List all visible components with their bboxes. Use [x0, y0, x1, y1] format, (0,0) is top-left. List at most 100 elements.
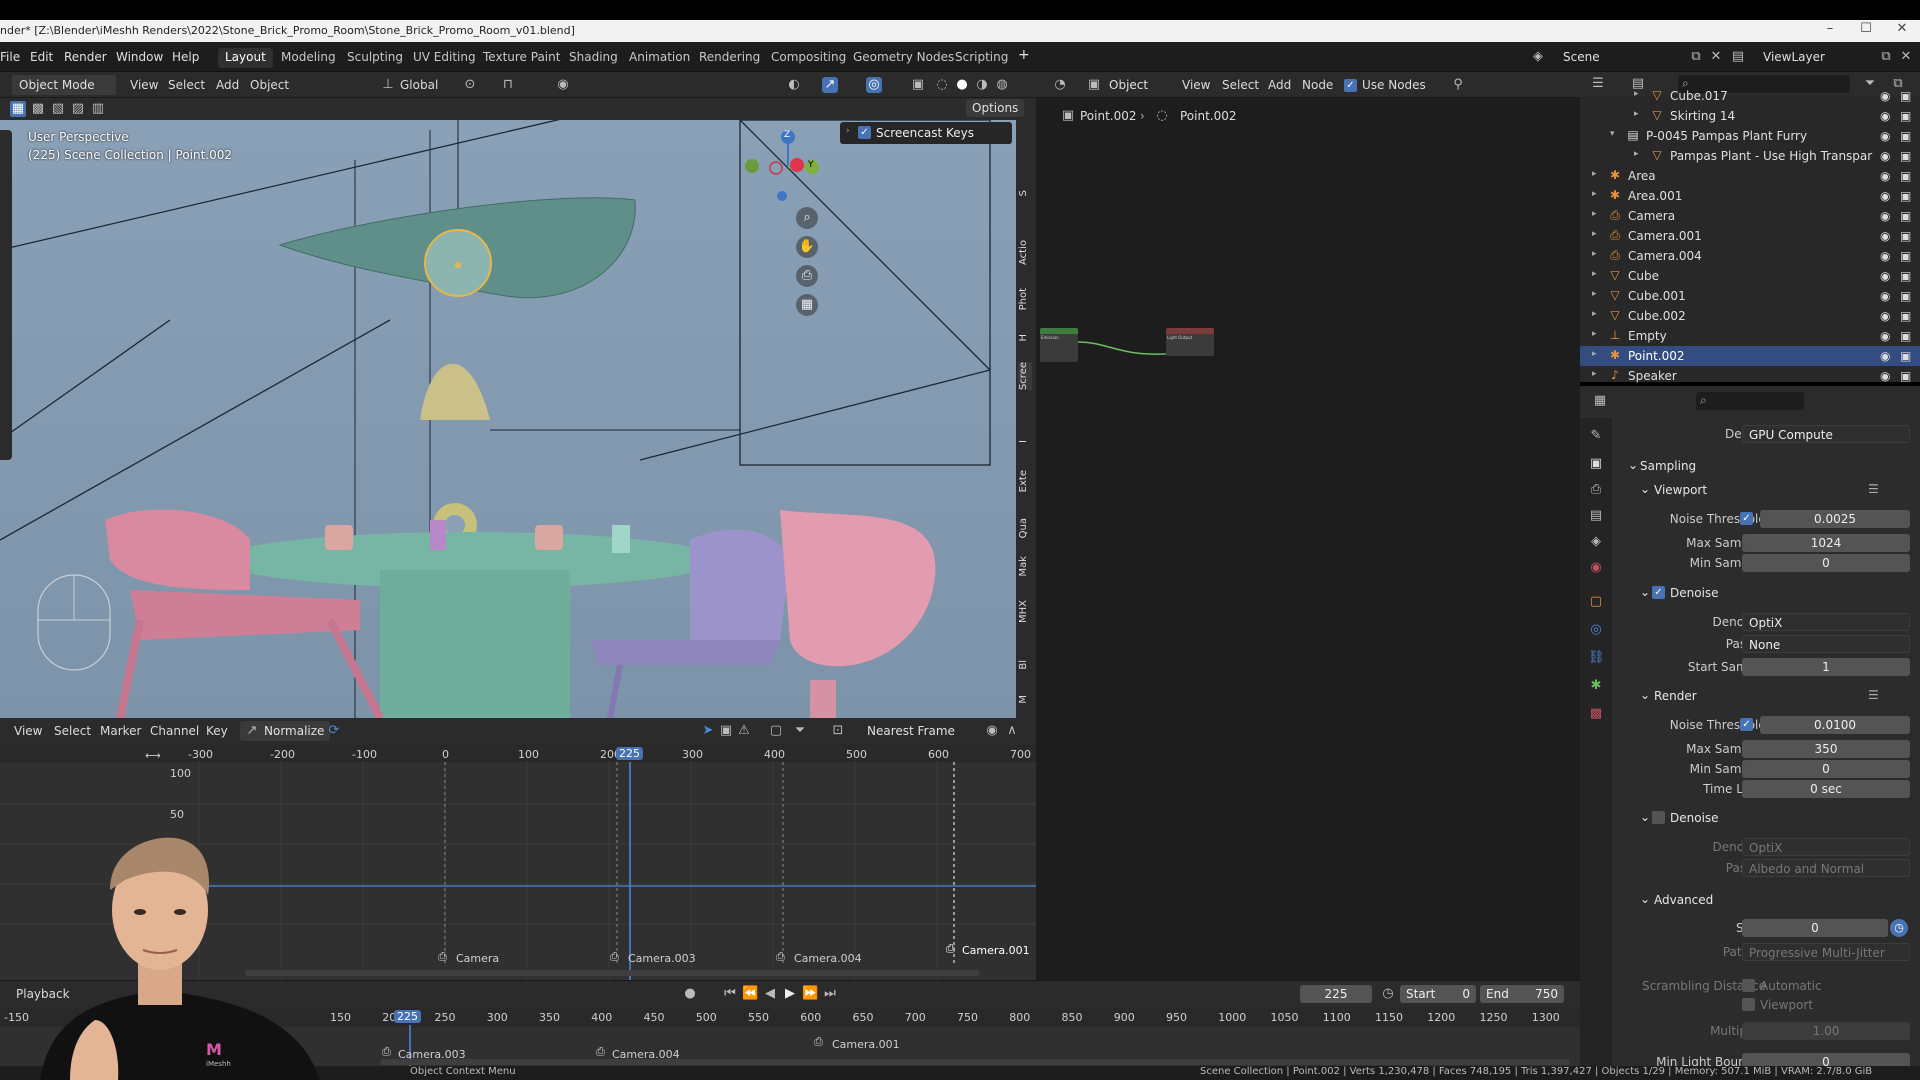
orientation-selector[interactable]: Global	[400, 78, 438, 92]
visibility-eye-icon[interactable]: ◉	[1880, 349, 1890, 363]
zoom-icon[interactable]: ⌕	[796, 207, 818, 229]
navigation-gizmo[interactable]: Z Y	[740, 125, 820, 205]
menu-render[interactable]: Render	[64, 50, 107, 64]
visibility-eye-icon[interactable]: ◉	[1880, 209, 1890, 223]
view-layer-selector[interactable]: ViewLayer	[1756, 47, 1876, 67]
tab-uv-editing[interactable]: UV Editing	[406, 48, 483, 68]
outliner-row-area-001[interactable]: ▸ ✱ Area.001 ◉ ▣	[1580, 186, 1920, 206]
object-tab-icon[interactable]: ▢	[1588, 594, 1604, 610]
visibility-eye-icon[interactable]: ◉	[1880, 89, 1890, 103]
outliner-row-speaker[interactable]: ▸ ♪ Speaker ◉ ▣	[1580, 366, 1920, 386]
show-hidden-icon[interactable]: ▣	[718, 723, 734, 739]
viewport-menu-add[interactable]: Add	[216, 78, 239, 92]
visibility-eye-icon[interactable]: ◉	[1880, 109, 1890, 123]
render-visibility-icon[interactable]: ▣	[1900, 109, 1911, 123]
range-handle-icon[interactable]: ⟷	[145, 749, 161, 762]
menu-edit[interactable]: Edit	[30, 50, 53, 64]
breadcrumb-object[interactable]: Point.002	[1080, 109, 1137, 123]
world-tab-icon[interactable]: ◉	[1588, 560, 1604, 576]
record-icon[interactable]: ●	[682, 986, 698, 1002]
disclosure-triangle-icon[interactable]: ▸	[1592, 329, 1597, 339]
disclosure-triangle-icon[interactable]: ▸	[1592, 229, 1597, 239]
gizmo-toggle-icon[interactable]: ↗	[822, 77, 838, 93]
pan-hand-icon[interactable]: ✋	[796, 236, 818, 258]
vp-denoiser-dropdown[interactable]: OptiX	[1742, 613, 1910, 631]
light-output-node[interactable]: Light Output	[1166, 328, 1214, 356]
use-nodes-checkbox[interactable]: ✓	[1344, 79, 1357, 92]
outliner-row-point-002[interactable]: ▸ ✱ Point.002 ◉ ▣	[1580, 346, 1920, 366]
select-invert-icon[interactable]: ▨	[70, 101, 86, 117]
render-visibility-icon[interactable]: ▣	[1900, 229, 1911, 243]
outliner-row-cube-002[interactable]: ▸ ▽ Cube.002 ◉ ▣	[1580, 306, 1920, 326]
light-data-tab-icon[interactable]: ✱	[1588, 678, 1604, 694]
outliner-row-p-0045-pampas-plant-furry[interactable]: ▾ ▤ P-0045 Pampas Plant Furry ◉ ▣	[1580, 126, 1920, 146]
refresh-icon[interactable]: ⟳	[326, 723, 342, 739]
select-extend-icon[interactable]: ▩	[30, 101, 46, 117]
outliner-row-pampas-plant-use-high-transpar[interactable]: ▸ ▽ Pampas Plant - Use High Transpar ◉ ▣	[1580, 146, 1920, 166]
properties-search-input[interactable]: ⌕	[1696, 392, 1804, 410]
preview-range-icon[interactable]: ◷	[1380, 986, 1396, 1002]
close-button[interactable]: ✕	[1882, 21, 1920, 36]
outliner-row-empty[interactable]: ▸ ⊥ Empty ◉ ▣	[1580, 326, 1920, 346]
graph-marker-camera-004[interactable]: Camera.004	[794, 952, 862, 965]
editor-type-icon[interactable]: ◔	[1052, 77, 1068, 93]
vp-noise-threshold-field[interactable]: 0.0025	[1760, 510, 1910, 528]
vp-noise-threshold-checkbox[interactable]: ✓	[1740, 512, 1753, 525]
sidebar-tab-scree[interactable]: Scree	[1018, 362, 1032, 391]
disclosure-triangle-icon[interactable]: ▸	[1592, 269, 1597, 279]
tab-rendering[interactable]: Rendering	[692, 48, 767, 68]
render-visibility-icon[interactable]: ▣	[1900, 329, 1911, 343]
current-frame-indicator[interactable]: 225	[616, 747, 643, 760]
render-tab-icon[interactable]: ▣	[1588, 456, 1604, 472]
tab-compositing[interactable]: Compositing	[764, 48, 853, 68]
pivot-icon[interactable]: ⊙	[462, 77, 478, 93]
render-visibility-icon[interactable]: ▣	[1900, 209, 1911, 223]
disclosure-triangle-icon[interactable]: ▸	[1634, 149, 1639, 159]
start-frame-field[interactable]: Start 0	[1400, 985, 1476, 1003]
render-visibility-icon[interactable]: ▣	[1900, 249, 1911, 263]
tab-texture-paint[interactable]: Texture Paint	[476, 48, 567, 68]
expand-icon[interactable]: ›	[846, 126, 850, 136]
disclosure-triangle-icon[interactable]: ▸	[1592, 189, 1597, 199]
visibility-eye-icon[interactable]: ◉	[1880, 149, 1890, 163]
properties-type-icon[interactable]: ▦	[1592, 393, 1608, 409]
camera-view-icon[interactable]: ⎙	[796, 265, 818, 287]
copy-scene-icon[interactable]: ⧉	[1688, 49, 1704, 65]
disclosure-triangle-icon[interactable]: ▸	[1592, 169, 1597, 179]
scene-selector[interactable]: Scene	[1556, 47, 1686, 67]
graph-filter-icon[interactable]: ⏷	[792, 723, 808, 739]
viewport-menu-object[interactable]: Object	[250, 78, 289, 92]
node-menu-view[interactable]: View	[1182, 78, 1210, 92]
disclosure-triangle-icon[interactable]: ▸	[1634, 89, 1639, 99]
render-chevron-icon[interactable]: ⌄	[1640, 688, 1650, 702]
tab-scripting[interactable]: Scripting	[948, 48, 1015, 68]
tab-shading[interactable]: Shading	[562, 48, 625, 68]
render-visibility-icon[interactable]: ▣	[1900, 269, 1911, 283]
r-noise-threshold-field[interactable]: 0.0100	[1760, 716, 1910, 734]
sidebar-tab-bl[interactable]: Bl	[1018, 660, 1032, 670]
screencast-keys-panel[interactable]: › ✓ Screencast Keys	[840, 122, 1012, 144]
add-workspace-button[interactable]: +	[1018, 47, 1030, 63]
sidebar-tab-qua[interactable]: Qua	[1018, 518, 1032, 538]
presets-list-icon[interactable]: ☰	[1868, 482, 1879, 496]
graph-marker-camera[interactable]: Camera	[456, 952, 499, 965]
vp-start-sample-field[interactable]: 1	[1742, 658, 1910, 676]
sidebar-tab-h[interactable]: H	[1018, 334, 1032, 342]
breadcrumb-data[interactable]: Point.002	[1180, 109, 1237, 123]
jump-end-icon[interactable]: ⏭	[822, 986, 838, 1002]
vp-max-samples-field[interactable]: 1024	[1742, 534, 1910, 552]
sidebar-tab-actio[interactable]: Actio	[1018, 240, 1032, 265]
sidebar-tab-mhx[interactable]: MHX	[1018, 600, 1032, 623]
pattern-dropdown[interactable]: Progressive Multi-Jitter	[1742, 943, 1910, 961]
viewport-menu-select[interactable]: Select	[168, 78, 205, 92]
menu-window[interactable]: Window	[116, 50, 163, 64]
mode-selector[interactable]: Object Mode	[12, 75, 116, 95]
r-passes-dropdown[interactable]: Albedo and Normal	[1742, 859, 1910, 877]
proportional-edit-icon[interactable]: ◉	[555, 77, 571, 93]
seed-field[interactable]: 0	[1742, 919, 1888, 937]
delete-layer-icon[interactable]: ✕	[1898, 49, 1914, 65]
visibility-eye-icon[interactable]: ◉	[1880, 229, 1890, 243]
current-frame-field[interactable]: 225	[1300, 985, 1372, 1003]
viewport-subpanel-title[interactable]: Viewport	[1654, 483, 1707, 497]
graph-menu-select[interactable]: Select	[54, 724, 91, 738]
